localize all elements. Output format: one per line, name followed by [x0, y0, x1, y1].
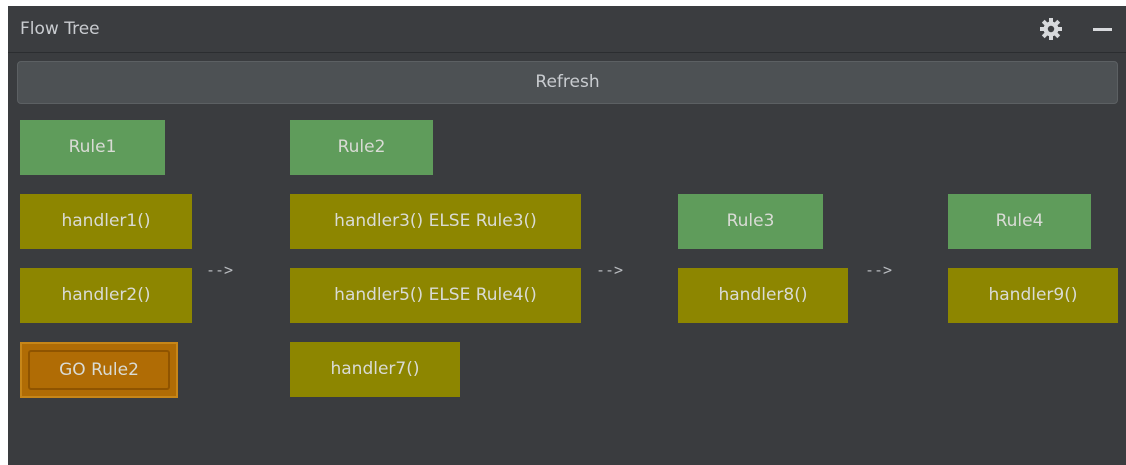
minimize-bar	[1093, 28, 1112, 31]
handler-node-handler2[interactable]: handler2()	[20, 268, 192, 323]
rule-node-rule3[interactable]: Rule3	[678, 194, 823, 249]
handler-node-handler5[interactable]: handler5() ELSE Rule4()	[290, 268, 581, 323]
refresh-button[interactable]: Refresh	[17, 61, 1118, 104]
handler-node-handler8[interactable]: handler8()	[678, 268, 848, 323]
connector-arrow: -->	[865, 261, 893, 279]
panel-title: Flow Tree	[20, 19, 100, 39]
handler-node-handler3[interactable]: handler3() ELSE Rule3()	[290, 194, 581, 249]
handler-node-handler7[interactable]: handler7()	[290, 342, 460, 397]
connector-arrow: -->	[206, 261, 234, 279]
gear-icon[interactable]	[1039, 17, 1063, 41]
flow-tree-panel: Flow Tree Refresh Rule1 handler1() handl…	[8, 6, 1126, 465]
minimize-icon[interactable]	[1090, 17, 1114, 41]
rule-node-rule1[interactable]: Rule1	[20, 120, 165, 175]
go-node-label: GO Rule2	[59, 360, 139, 380]
connector-arrow: -->	[596, 261, 624, 279]
handler-node-handler1[interactable]: handler1()	[20, 194, 192, 249]
rule-node-rule2[interactable]: Rule2	[290, 120, 433, 175]
go-rule2-node[interactable]: GO Rule2	[20, 342, 178, 398]
panel-titlebar: Flow Tree	[8, 6, 1126, 53]
rule-node-rule4[interactable]: Rule4	[948, 194, 1091, 249]
handler-node-handler9[interactable]: handler9()	[948, 268, 1118, 323]
